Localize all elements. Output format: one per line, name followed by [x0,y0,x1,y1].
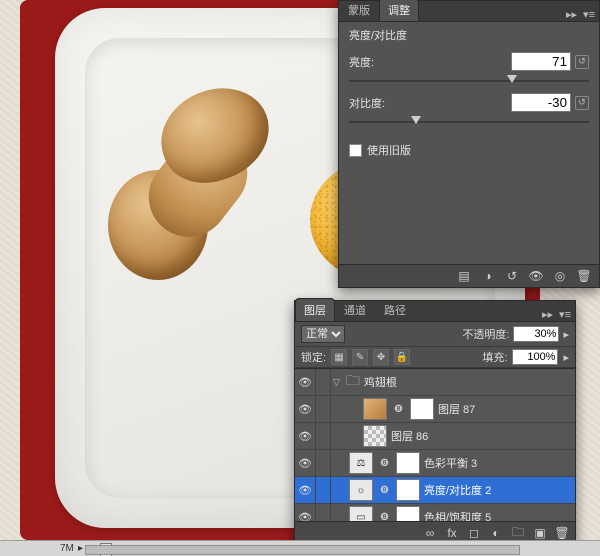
adjustment-thumb[interactable]: ▭ [349,506,373,522]
layers-panel: 图层 通道 路径 ▸▸ ▾≡ 正常 不透明度: ▸ 锁定: ▦ ✎ ✥ 🔒 填充… [294,300,576,549]
document-status-bar: 7M ▸ [0,540,600,556]
adjustment-thumb[interactable]: ⚖ [349,452,373,474]
adjustment-thumb[interactable]: ☼ [349,479,373,501]
lock-paint-icon[interactable]: ✎ [352,349,368,365]
layers-list[interactable]: 👁 ▽ 🗀 鸡翅根 👁 ❽ 图层 87 👁 图层 86 [295,368,575,522]
tab-mask[interactable]: 蒙版 [339,0,379,21]
mask-link-icon[interactable]: ❽ [377,458,392,469]
brightness-reset-icon[interactable]: ↺ [575,55,589,69]
fill-label: 填充: [482,349,507,365]
layer-mask-thumb[interactable] [396,506,420,522]
adjustment-type-title: 亮度/对比度 [339,22,599,43]
panel-menu-icon[interactable]: ▾≡ [583,8,595,21]
layer-row[interactable]: 👁 ❽ 图层 87 [295,396,575,423]
mask-link-icon[interactable]: ❽ [377,485,392,496]
tab-layers[interactable]: 图层 [295,298,335,321]
adjustment-layer-row[interactable]: 👁 ⚖ ❽ 色彩平衡 3 [295,450,575,477]
contrast-slider[interactable] [349,115,589,129]
layer-name[interactable]: 色相/饱和度 5 [424,509,491,522]
add-mask-icon[interactable]: ◻ [467,526,481,540]
layer-mask-thumb[interactable] [410,398,434,420]
adj-footer-view-icon[interactable]: ◑ [481,269,495,283]
contrast-label: 对比度: [349,95,385,111]
layer-name[interactable]: 图层 87 [438,401,475,417]
adjustments-panel-tabs: 蒙版 调整 ▸▸ ▾≡ [339,1,599,22]
brightness-input[interactable] [511,52,571,71]
layer-name[interactable]: 亮度/对比度 2 [424,482,491,498]
opacity-caret-icon[interactable]: ▸ [563,328,569,341]
tab-adjustments[interactable]: 调整 [379,0,419,21]
visibility-eye-icon[interactable]: 👁 [295,477,316,503]
folder-icon: 🗀 [346,370,360,394]
layer-fx-icon[interactable]: fx [445,526,459,540]
delete-layer-icon[interactable]: 🗑 [555,526,569,540]
use-legacy-label: 使用旧版 [367,142,411,158]
layers-menu-icon[interactable]: ▾≡ [559,308,571,321]
contrast-reset-icon[interactable]: ↺ [575,96,589,110]
lock-transparency-icon[interactable]: ▦ [331,349,347,365]
fill-caret-icon[interactable]: ▸ [563,351,569,364]
brightness-label: 亮度: [349,54,374,70]
opacity-input[interactable] [513,326,559,342]
opacity-label: 不透明度: [462,326,509,342]
adj-footer-layer-icon[interactable]: ▤ [457,269,471,283]
lock-move-icon[interactable]: ✥ [373,349,389,365]
status-scrubber[interactable] [100,543,112,556]
visibility-eye-icon[interactable]: 👁 [295,450,316,476]
new-layer-icon[interactable]: ▣ [533,526,547,540]
adjustments-panel: 蒙版 调整 ▸▸ ▾≡ 亮度/对比度 亮度: ↺ 对比度: ↺ [338,0,600,288]
visibility-eye-icon[interactable]: 👁 [295,396,316,422]
adjustment-layer-row[interactable]: 👁 ▭ ❽ 色相/饱和度 5 [295,504,575,522]
adj-footer-clip-icon[interactable]: ◎ [553,269,567,283]
visibility-eye-icon[interactable]: 👁 [295,369,316,395]
use-legacy-checkbox[interactable] [349,144,362,157]
status-caret-icon[interactable]: ▸ [78,541,83,556]
tab-paths[interactable]: 路径 [375,298,415,321]
layer-thumb[interactable] [363,425,387,447]
adj-footer-trash-icon[interactable]: 🗑 [577,269,591,283]
status-filesize: 7M [60,543,74,554]
lock-label: 锁定: [301,349,326,365]
visibility-eye-icon[interactable]: 👁 [295,504,316,522]
contrast-input[interactable] [511,93,571,112]
blend-mode-select[interactable]: 正常 [301,325,345,343]
artwork-drumstick [100,90,280,280]
layers-collapse-icon[interactable]: ▸▸ [542,308,553,321]
layer-thumb[interactable] [363,398,387,420]
layer-name[interactable]: 图层 86 [391,428,428,444]
add-adjustment-icon[interactable]: ◐ [489,526,503,540]
tab-channels[interactable]: 通道 [335,298,375,321]
lock-all-icon[interactable]: 🔒 [394,349,410,365]
layer-row[interactable]: 👁 图层 86 [295,423,575,450]
new-group-icon[interactable]: 🗀 [511,526,525,540]
layer-group-row[interactable]: 👁 ▽ 🗀 鸡翅根 [295,369,575,396]
fill-input[interactable] [512,349,558,365]
layer-name[interactable]: 色彩平衡 3 [424,455,477,471]
brightness-slider[interactable] [349,74,589,88]
group-disclosure-icon[interactable]: ▽ [331,377,342,388]
adj-footer-reset-icon[interactable]: ↺ [505,269,519,283]
adjustment-layer-row[interactable]: 👁 ☼ ❽ 亮度/对比度 2 [295,477,575,504]
layer-mask-thumb[interactable] [396,452,420,474]
layer-name[interactable]: 鸡翅根 [364,374,397,390]
mask-link-icon[interactable]: ❽ [377,512,392,523]
layers-panel-tabs: 图层 通道 路径 ▸▸ ▾≡ [295,301,575,322]
visibility-eye-icon[interactable]: 👁 [295,423,316,449]
panel-collapse-icon[interactable]: ▸▸ [566,8,577,21]
adj-footer-eye-icon[interactable]: 👁 [529,269,543,283]
link-layers-icon[interactable]: ∞ [423,526,437,540]
mask-link-icon[interactable]: ❽ [391,404,406,415]
layer-mask-thumb[interactable] [396,479,420,501]
